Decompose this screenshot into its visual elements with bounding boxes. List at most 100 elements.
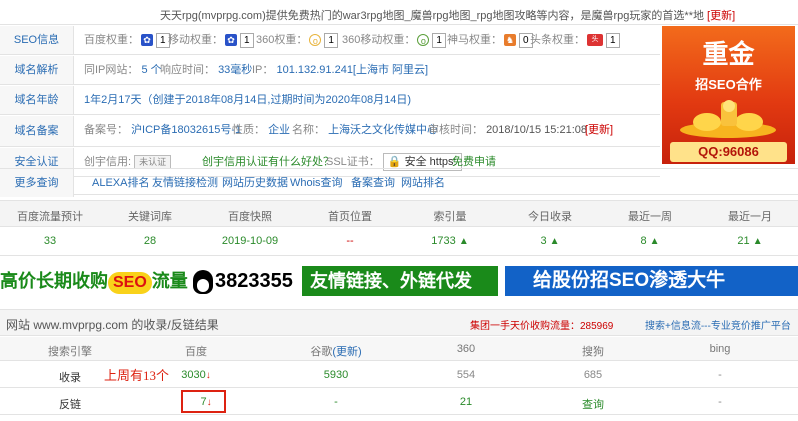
nature-label: 性质： (232, 124, 265, 136)
ad-contact: QQ:96086 (670, 142, 787, 162)
stat-snapshot[interactable]: 2019-10-09 (200, 235, 300, 247)
trend-up-icon: ▲ (752, 236, 763, 247)
site-description: 天天rpg(mvprpg.com)提供免费热门的war3rpg地图_魔兽rpg地… (160, 7, 735, 23)
description-text: 天天rpg(mvprpg.com)提供免费热门的war3rpg地图_魔兽rpg地… (160, 10, 704, 22)
stats-header: 首页位置 (328, 211, 372, 223)
audit-label: 审核时间： (428, 124, 483, 136)
row-label-age: 域名年龄 (0, 86, 74, 114)
link-record-query[interactable]: 备案查询 (351, 169, 395, 197)
link-alexa[interactable]: ALEXA排名 (92, 169, 149, 197)
row-more-queries: 更多查询 ALEXA排名 友情链接检测 网站历史数据 Whois查询 备案查询 … (0, 168, 798, 197)
response-value: 33毫秒 (218, 64, 253, 76)
baidu-indexed-value: 3030 (181, 369, 206, 381)
record-no-label: 备案号： (84, 124, 128, 136)
header-baidu: 百度 (185, 346, 207, 358)
stat-week[interactable]: 8 ▲ (600, 235, 700, 247)
stats-header: 最近一月 (728, 211, 772, 223)
trend-up-icon: ▲ (549, 236, 560, 247)
sogou-indexed: 685 (583, 369, 603, 381)
row-label-record: 域名备案 (0, 116, 74, 146)
header-sogou: 搜狗 (582, 346, 604, 358)
shenma-horse-icon: ♞ (504, 34, 516, 47)
stats-header: 关键词库 (128, 211, 172, 223)
banner-buy-seo-traffic[interactable]: 高价长期收购 SEO 流量 (0, 266, 188, 296)
baidu-paw-icon: ✿ (141, 34, 153, 47)
record-name-value: 上海沃之文化传媒中心 (328, 124, 439, 136)
sogou-backlinks-query[interactable]: 查询 (533, 396, 653, 412)
ssl-label: SSL证书： (326, 156, 380, 168)
gold-coins-icon (680, 100, 776, 138)
google-indexed[interactable]: 5930 (276, 369, 396, 381)
header-360: 360 (456, 343, 476, 355)
stat-week-value: 8 (640, 235, 647, 247)
name-label: 名称： (292, 124, 325, 136)
row-name: 反链 (59, 399, 81, 411)
header-engine: 搜索引擎 (48, 346, 92, 358)
weight360-value[interactable]: 1 (324, 32, 338, 48)
header-bing: bing (709, 343, 731, 355)
index-header-row: 搜索引擎 百度 谷歌(更新) 360 搜狗 bing (0, 337, 798, 361)
link-friend-link-check[interactable]: 友情链接检测 (152, 169, 218, 197)
stat-baidu-traffic[interactable]: 33 (0, 235, 100, 247)
stats-header: 今日收录 (528, 211, 572, 223)
ip-link[interactable]: 101.132.91.241[上海市 阿里云] (276, 64, 428, 76)
seo-info-panel: 天天rpg(mvprpg.com)提供免费热门的war3rpg地图_魔兽rpg地… (0, 0, 798, 198)
credit-badge[interactable]: 未认证 (134, 155, 172, 170)
index-title: 网站 www.mvprpg.com 的收录/反链结果 (6, 318, 219, 332)
stat-today[interactable]: 3 ▲ (500, 235, 600, 247)
audit-value: 2018/10/15 15:21:08 (486, 124, 587, 136)
baidu-weight-label: 百度权重： (84, 34, 139, 46)
360-indexed: 554 (456, 369, 476, 381)
traffic-stats-table: 百度流量预计 关键词库 百度快照 首页位置 索引量 今日收录 最近一周 最近一月… (0, 200, 798, 256)
stat-index[interactable]: 1733 ▲ (400, 235, 500, 247)
stat-index-value: 1733 (431, 235, 456, 247)
stats-header: 最近一周 (628, 211, 672, 223)
link-whois[interactable]: Whois查询 (290, 169, 343, 197)
index-backlink-table: 网站 www.mvprpg.com 的收录/反链结果 集团一手天价收购流量：28… (0, 309, 798, 421)
mobile-baidu-icon: ✿ (225, 34, 237, 47)
row-domain-record: 域名备案 备案号： 沪ICP备18032615号-1 性质： 企业 名称： 上海… (0, 116, 660, 147)
trend-up-icon: ▲ (458, 236, 469, 247)
mobile-weight-label: 移动权重： (168, 34, 223, 46)
index-title-bar: 网站 www.mvprpg.com 的收录/反链结果 集团一手天价收购流量：28… (0, 310, 798, 336)
row-seo-weights: SEO信息 百度权重： ✿ 1 移动权重： ✿ 1 360权重： o 1 360移动权重： o… (0, 26, 660, 55)
nature-value: 企业 (268, 124, 291, 136)
update-description-link[interactable]: [更新] (707, 10, 735, 22)
record-update-link[interactable]: [更新] (585, 116, 613, 144)
row-label-more: 更多查询 (0, 169, 74, 197)
stat-month-value: 21 (737, 235, 750, 247)
arrow-down-icon: ↓ (205, 370, 211, 381)
360-backlinks[interactable]: 21 (406, 396, 526, 408)
shenma-label: 神马权重： (447, 34, 502, 46)
mobile360-value[interactable]: 1 (432, 32, 446, 48)
row-domain-resolve: 域名解析 同IP网站： 5 个 响应时间： 33毫秒 IP： 101.132.9… (0, 56, 660, 85)
banner1-tail: 流量 (151, 271, 188, 291)
banner-recruit-seo[interactable]: 给股份招SEO渗透大牛 (505, 266, 798, 296)
stats-header: 百度快照 (228, 211, 272, 223)
trend-up-icon: ▲ (649, 236, 660, 247)
promo-ad-platform[interactable]: 搜索+信息流---专业竞价推广平台 (645, 317, 791, 332)
toutiao-label: 头条权重： (530, 34, 585, 46)
toutiao-icon: 头 (587, 34, 603, 47)
toutiao-value[interactable]: 1 (606, 32, 620, 48)
banner-friend-links[interactable]: 友情链接、外链代发 (302, 266, 498, 296)
link-site-rank[interactable]: 网站排名 (401, 169, 445, 197)
banner1-text: 高价长期收购 (0, 271, 108, 291)
ad-title: 重金 (702, 40, 755, 70)
site-description-bar: 天天rpg(mvprpg.com)提供免费热门的war3rpg地图_魔兽rpg地… (0, 0, 798, 25)
stat-month[interactable]: 21 ▲ (700, 235, 798, 247)
promo-buy-traffic[interactable]: 集团一手天价收购流量：285969 (470, 317, 613, 332)
google-update-link[interactable]: (更新) (332, 346, 361, 358)
stats-header-row: 百度流量预计 关键词库 百度快照 首页位置 索引量 今日收录 最近一周 最近一月 (0, 201, 798, 227)
ip-sites-link[interactable]: 5 个 (141, 64, 161, 76)
mobile-weight-value[interactable]: 1 (240, 32, 254, 48)
stat-keywords[interactable]: 28 (100, 235, 200, 247)
ip-label: IP： (252, 64, 274, 76)
banner2-text: 3823355 (215, 270, 293, 292)
banner-qq-contact[interactable]: 3823355 (193, 266, 298, 296)
record-no-link[interactable]: 沪ICP备18032615号-1 (131, 124, 241, 136)
360-mobile-icon: o (417, 34, 430, 47)
ad-recruit-seo[interactable]: 重金 招SEO合作 QQ:96086 (662, 26, 795, 164)
stats-header: 索引量 (433, 211, 467, 223)
link-site-history[interactable]: 网站历史数据 (222, 169, 288, 197)
